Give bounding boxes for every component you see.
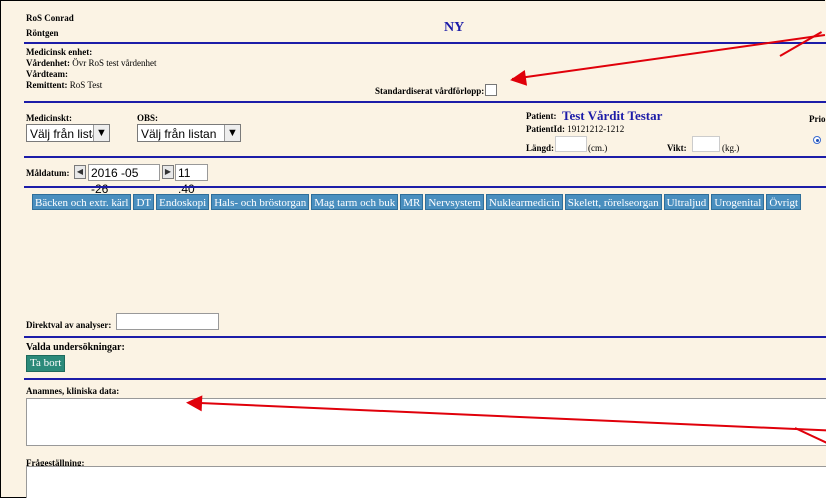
care-unit-row: Vårdenhet: Övr RoS test vårdenhet — [26, 58, 157, 68]
standard-pathway-checkbox[interactable] — [485, 84, 497, 96]
divider — [24, 101, 826, 103]
anamnesis-textarea[interactable] — [26, 398, 826, 446]
tab-urogenital[interactable]: Urogenital — [711, 194, 765, 210]
height-field[interactable] — [555, 136, 587, 152]
tab-hals-brostorgan[interactable]: Hals- och bröstorgan — [211, 194, 310, 210]
referrer-row: Remittent: RoS Test — [26, 80, 103, 90]
remove-button[interactable]: Ta bort — [26, 355, 66, 372]
form-title: NY — [444, 20, 465, 35]
height-unit: (cm.) — [588, 143, 608, 153]
direct-select-input[interactable] — [116, 313, 219, 330]
tab-ovrigt[interactable]: Övrigt — [766, 194, 802, 210]
medical-unit-label: Medicinsk enhet: — [26, 47, 93, 57]
divider — [24, 336, 826, 338]
weight-unit: (kg.) — [722, 143, 740, 153]
tab-mag-tarm[interactable]: Mag tarm och buk — [311, 194, 399, 210]
due-time-field[interactable]: 11 :40 — [175, 164, 208, 196]
due-date-field[interactable]: 2016 -05 -26 — [88, 164, 160, 196]
care-team-label: Vårdteam: — [26, 69, 68, 79]
arrow-left-icon[interactable]: ◀ — [74, 165, 86, 179]
patient-id-row: PatientId: 19121212-1212 — [526, 124, 625, 134]
obs-select[interactable]: Välj från listan ▼ — [137, 124, 241, 142]
department: Röntgen — [26, 28, 59, 38]
divider — [24, 42, 826, 44]
obs-label: OBS: — [137, 113, 159, 123]
chevron-down-icon: ▼ — [224, 125, 240, 141]
tab-endoskopi[interactable]: Endoskopi — [156, 194, 210, 210]
tab-skelett[interactable]: Skelett, rörelseorgan — [564, 194, 662, 210]
medical-priority-label: Medicinskt: — [26, 113, 72, 123]
weight-label: Vikt: — [667, 143, 687, 153]
user-name: RoS Conrad — [26, 13, 74, 23]
priority-label: Prio — [809, 114, 826, 124]
weight-field[interactable] — [692, 136, 720, 152]
divider — [24, 378, 826, 380]
due-date-label: Måldatum: — [26, 168, 70, 178]
selected-exams-label: Valda undersökningar: — [26, 342, 125, 353]
priority-radio[interactable] — [813, 136, 821, 144]
tab-nuklearmedicin[interactable]: Nuklearmedicin — [485, 194, 563, 210]
tab-dt[interactable]: DT — [133, 194, 155, 210]
height-label: Längd: — [526, 143, 555, 153]
tab-ultraljud[interactable]: Ultraljud — [663, 194, 710, 210]
arrow-right-icon[interactable]: ▶ — [162, 165, 174, 179]
divider — [24, 156, 826, 158]
direct-select-label: Direktval av analyser: — [26, 320, 112, 330]
standard-pathway-label: Standardiserat vårdförlopp: — [375, 86, 485, 96]
tab-nervsystem[interactable]: Nervsystem — [425, 194, 484, 210]
question-textarea[interactable] — [26, 466, 826, 498]
patient-label: Patient: — [526, 111, 557, 121]
tab-mr[interactable]: MR — [400, 194, 424, 210]
anamnesis-label: Anamnes, kliniska data: — [26, 386, 120, 396]
patient-name: Test Vårdit Testar — [562, 108, 663, 123]
medical-priority-select[interactable]: Välj från listan ▼ — [26, 124, 110, 142]
chevron-down-icon: ▼ — [93, 125, 109, 141]
divider — [24, 186, 826, 188]
category-tabs: Bäcken och extr. kärl DT Endoskopi Hals-… — [32, 194, 802, 210]
tab-backen[interactable]: Bäcken och extr. kärl — [32, 194, 132, 210]
